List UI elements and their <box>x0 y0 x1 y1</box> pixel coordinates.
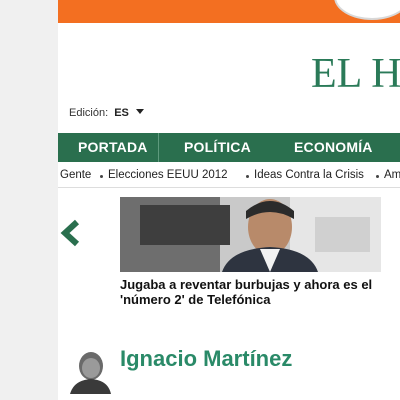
nav-item-portada[interactable]: PORTADA <box>78 133 148 162</box>
banner-badge <box>334 0 400 20</box>
top-banner[interactable] <box>58 0 400 23</box>
sub-nav: Gente Elecciones EEUU 2012 Ideas Contra … <box>58 167 400 185</box>
edition-selector[interactable]: Edición: ES <box>69 107 144 119</box>
article-headline[interactable]: Jugaba a reventar burbujas y ahora es el… <box>120 277 400 307</box>
subnav-item-gente[interactable]: Gente <box>60 169 91 181</box>
bullet-dot <box>246 175 249 178</box>
subnav-item-am[interactable]: Am <box>384 169 400 181</box>
subnav-item-elecciones[interactable]: Elecciones EEUU 2012 <box>108 169 228 181</box>
article-photo[interactable] <box>120 197 381 272</box>
main-nav: PORTADA POLÍTICA ECONOMÍA <box>58 133 400 162</box>
subnav-item-ideas[interactable]: Ideas Contra la Crisis <box>254 169 364 181</box>
nav-item-politica[interactable]: POLÍTICA <box>184 133 251 162</box>
nav-divider <box>158 133 159 162</box>
bullet-dot <box>376 175 379 178</box>
edition-value: ES <box>114 107 129 119</box>
edition-label: Edición: <box>69 107 109 119</box>
chevron-left-icon[interactable] <box>58 218 84 248</box>
masthead-logo[interactable]: EL H <box>311 50 400 98</box>
page: EL H Edición: ES PORTADA POLÍTICA ECONOM… <box>58 0 400 400</box>
bullet-dot <box>100 175 103 178</box>
author-avatar <box>68 348 113 394</box>
subnav-divider <box>58 187 400 188</box>
nav-item-economia[interactable]: ECONOMÍA <box>294 133 373 162</box>
caret-down-icon <box>135 109 144 114</box>
author-name[interactable]: Ignacio Martínez <box>120 346 320 371</box>
